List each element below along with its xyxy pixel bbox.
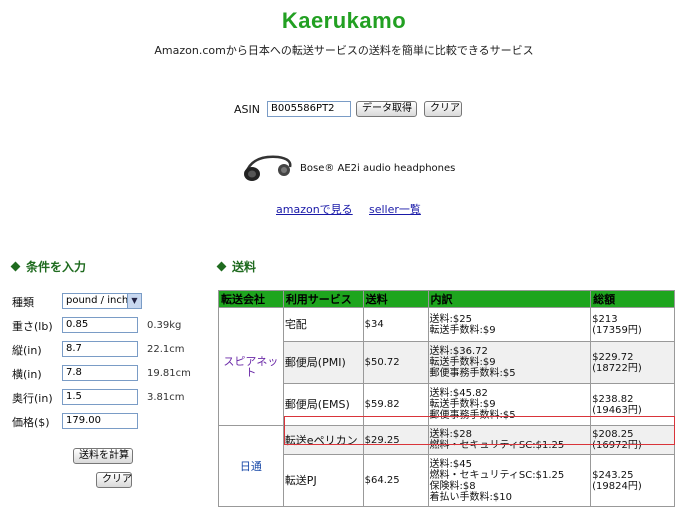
total-cell: $238.82 (19463円): [590, 383, 675, 426]
product-name: Bose® AE2i audio headphones: [300, 163, 456, 174]
breakdown-line: 転送手数料:$9: [429, 357, 496, 368]
breakdown-cell: 送料:$28 燃料・セキュリティSC:$1.25: [427, 425, 592, 455]
length-input[interactable]: 8.7: [62, 341, 138, 357]
total-usd: $238.82: [592, 393, 634, 405]
shipping-heading-text: 送料: [232, 260, 257, 274]
width-input[interactable]: 7.8: [62, 365, 138, 381]
price-input[interactable]: 179.00: [62, 413, 138, 429]
conditions-clear-button[interactable]: クリア: [96, 472, 132, 488]
table-row-highlighted: 日通 転送eペリカン $29.25 送料:$28 燃料・セキュリティSC:$1.…: [218, 425, 675, 507]
breakdown-line: 保険料:$8: [429, 480, 476, 492]
fee-cell: $64.25: [362, 454, 429, 507]
column-header: 利用サービス: [282, 290, 364, 308]
service-cell: 転送eペリカン: [282, 425, 364, 455]
page-subtitle: Amazon.comから日本への転送サービスの送料を簡単に比較できるサービス: [154, 44, 534, 57]
conditions-heading-text: 条件を入力: [26, 260, 87, 274]
fee-cell: $34: [362, 307, 429, 342]
unit-type-value: pound / inch: [66, 295, 129, 306]
total-yen: (18722円): [592, 362, 642, 374]
company-cell: スピアネット: [218, 307, 284, 426]
total-yen: (16972円): [592, 440, 642, 451]
breakdown-line: 送料:$28: [429, 429, 472, 440]
fee-cell: $29.25: [362, 425, 429, 455]
table-row: 郵便局(PMI) $50.72 送料:$36.72 転送手数料:$9 郵便事務手…: [219, 341, 675, 384]
breakdown-line: 燃料・セキュリティSC:$1.25: [429, 440, 565, 451]
amazon-link[interactable]: amazonで見る: [276, 201, 353, 217]
chevron-down-icon[interactable]: ▼: [127, 294, 141, 308]
breakdown-line: 燃料・セキュリティSC:$1.25: [429, 469, 565, 481]
breakdown-cell: 送料:$45 燃料・セキュリティSC:$1.25 保険料:$8 着払い手数料:$…: [427, 454, 592, 507]
seller-list-link[interactable]: seller一覧: [369, 201, 421, 217]
service-cell: 郵便局(PMI): [282, 341, 364, 384]
total-usd: $208.25: [592, 429, 634, 440]
length-cm: 22.1cm: [147, 344, 185, 355]
diamond-bullet-icon: [216, 261, 227, 272]
total-cell: $213 (17359円): [590, 307, 675, 342]
column-header: 総額: [590, 290, 675, 308]
page-title: Kaerukamo: [281, 8, 407, 33]
breakdown-cell: 送料:$45.82 転送手数料:$9 郵便事務手数料:$5: [427, 383, 592, 426]
depth-label: 奥行(in): [12, 392, 53, 405]
total-yen: (19463円): [592, 404, 642, 416]
total-usd: $229.72: [592, 351, 634, 363]
conditions-heading: 条件を入力: [10, 258, 87, 275]
shipping-table: 転送会社 利用サービス 送料 内訳 総額 スピアネット 宅配 $34 送料:$2…: [218, 290, 675, 507]
column-header: 送料: [362, 290, 429, 308]
total-cell: $243.25 (19824円): [590, 454, 675, 507]
total-cell: $229.72 (18722円): [590, 341, 675, 384]
breakdown-cell: 送料:$25 転送手数料:$9: [427, 307, 592, 342]
breakdown-line: 送料:$25: [429, 313, 472, 325]
asin-input[interactable]: B005586PT2: [267, 101, 351, 117]
total-usd: $213: [592, 313, 618, 325]
breakdown-cell: 送料:$36.72 転送手数料:$9 郵便事務手数料:$5: [427, 341, 592, 384]
table-row: 郵便局(EMS) $59.82 送料:$45.82 転送手数料:$9 郵便事務手…: [219, 383, 675, 426]
diamond-bullet-icon: [10, 261, 21, 272]
fee-cell: $59.82: [362, 383, 429, 426]
price-label: 価格($): [12, 416, 50, 429]
table-header-row: 転送会社 利用サービス 送料 内訳 総額: [218, 290, 675, 308]
service-cell: 宅配: [282, 307, 364, 342]
breakdown-line: 送料:$45: [429, 458, 472, 470]
calculate-shipping-button[interactable]: 送料を計算: [73, 448, 133, 464]
column-header: 転送会社: [218, 290, 284, 308]
breakdown-line: 送料:$36.72: [429, 346, 488, 357]
table-row: スピアネット 宅配 $34 送料:$25 転送手数料:$9 $213 (1735…: [218, 307, 675, 426]
service-cell: 転送PJ: [282, 454, 364, 507]
breakdown-line: 転送手数料:$9: [429, 324, 496, 336]
total-cell: $208.25 (16972円): [590, 425, 675, 455]
total-usd: $243.25: [592, 469, 634, 481]
breakdown-line: 郵便事務手数料:$5: [429, 410, 516, 421]
breakdown-line: 転送手数料:$9: [429, 399, 496, 410]
depth-input[interactable]: 1.5: [62, 389, 138, 405]
width-label: 横(in): [12, 368, 42, 381]
weight-label: 重さ(lb): [12, 320, 53, 333]
depth-cm: 3.81cm: [147, 392, 185, 403]
shipping-heading: 送料: [216, 258, 257, 275]
fetch-data-button[interactable]: データ取得: [356, 101, 417, 117]
table-row: 転送PJ $64.25 送料:$45 燃料・セキュリティSC:$1.25 保険料…: [219, 454, 675, 507]
column-header: 内訳: [427, 290, 592, 308]
width-cm: 19.81cm: [147, 368, 191, 379]
total-yen: (19824円): [592, 480, 642, 492]
type-label: 種類: [12, 296, 34, 309]
breakdown-line: 着払い手数料:$10: [429, 491, 512, 503]
unit-type-select[interactable]: pound / inch ▼: [62, 293, 142, 309]
total-yen: (17359円): [592, 324, 642, 336]
breakdown-line: 送料:$45.82: [429, 388, 488, 399]
asin-clear-button[interactable]: クリア: [424, 101, 462, 117]
fee-cell: $50.72: [362, 341, 429, 384]
company-cell: 日通: [218, 425, 284, 507]
service-cell: 郵便局(EMS): [282, 383, 364, 426]
weight-kg: 0.39kg: [147, 320, 182, 331]
asin-label: ASIN: [234, 103, 260, 116]
length-label: 縦(in): [12, 344, 42, 357]
headphones-image: [238, 153, 296, 183]
breakdown-line: 郵便事務手数料:$5: [429, 368, 516, 379]
weight-input[interactable]: 0.85: [62, 317, 138, 333]
